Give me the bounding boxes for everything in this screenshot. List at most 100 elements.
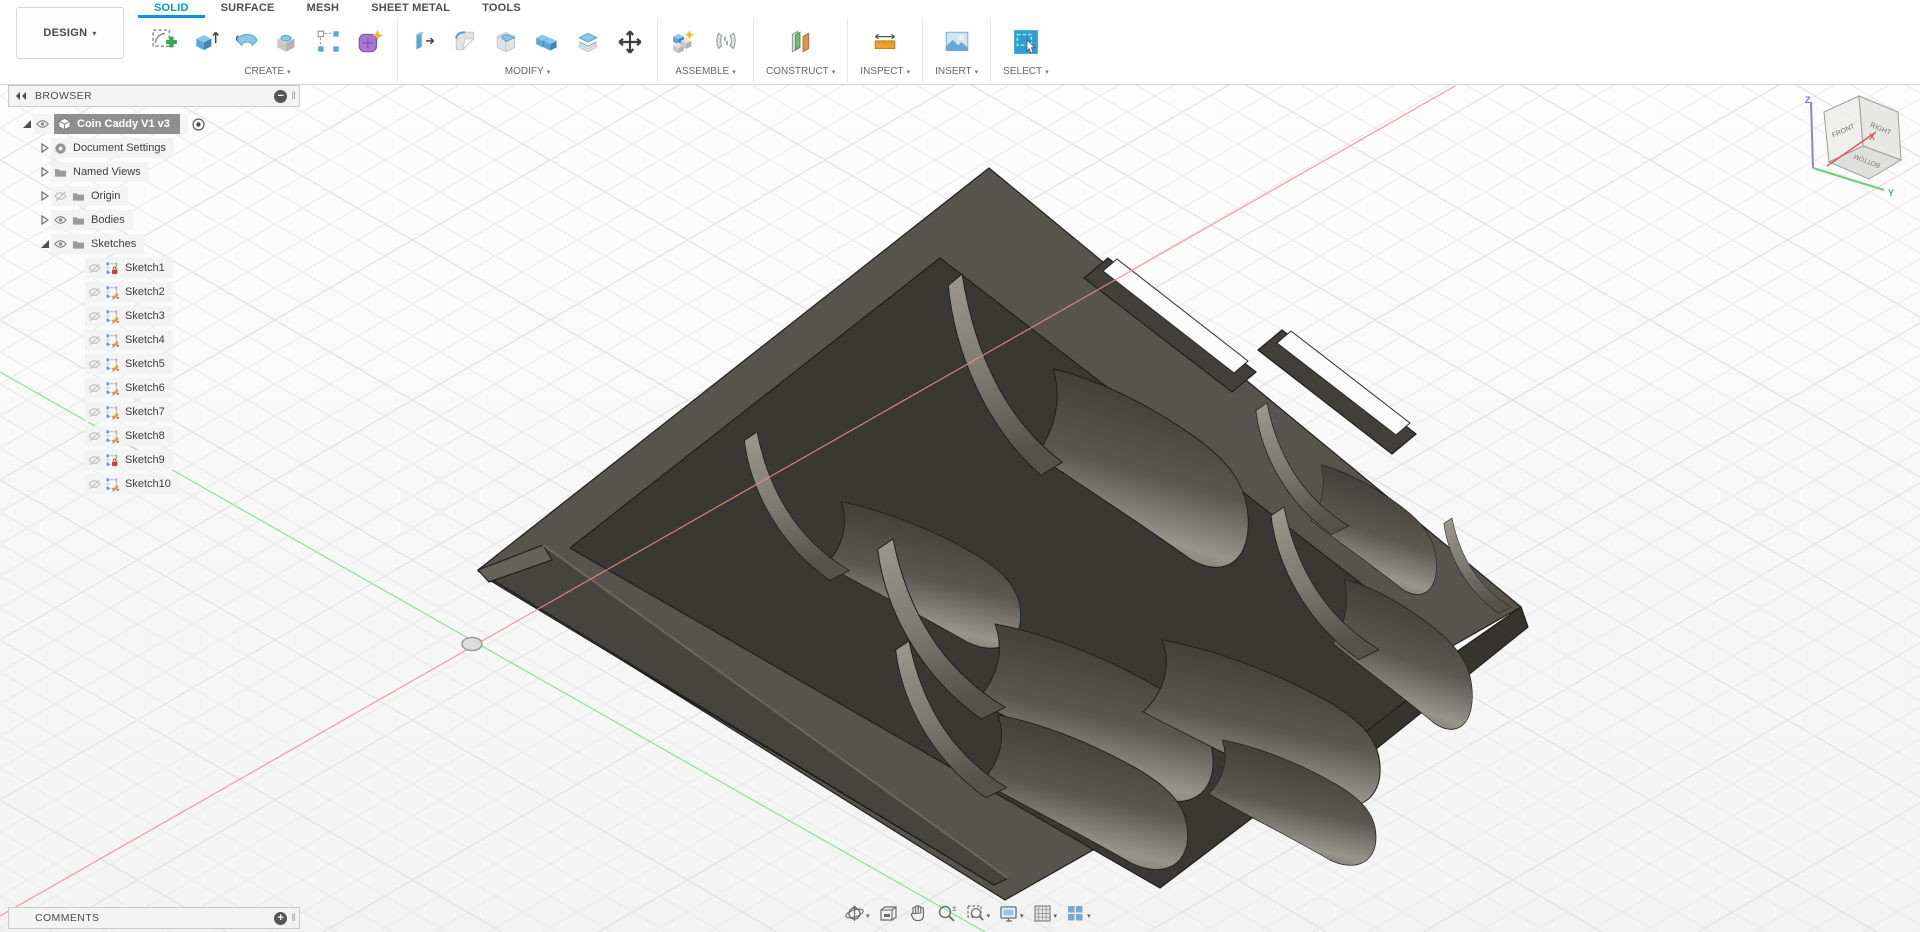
expand-arrow-icon[interactable]: [38, 142, 51, 155]
visibility-eye-off-icon[interactable]: [88, 358, 101, 371]
shell-icon[interactable]: [492, 27, 522, 57]
pan-button[interactable]: [905, 903, 930, 929]
visibility-eye-off-icon[interactable]: [88, 430, 101, 443]
tab-solid[interactable]: SOLID: [138, 0, 205, 18]
move-icon[interactable]: [615, 27, 645, 57]
visibility-eye-off-icon[interactable]: [88, 406, 101, 419]
insert-canvas-icon[interactable]: [942, 27, 972, 57]
add-comment-button[interactable]: +: [274, 911, 288, 925]
tree-item-sketch6[interactable]: Sketch6: [8, 376, 308, 400]
tree-item-sketch7[interactable]: Sketch7: [8, 400, 308, 424]
hole-icon[interactable]: [273, 27, 303, 57]
tree-item-named-views[interactable]: Named Views: [8, 160, 308, 184]
chevron-down-icon[interactable]: ▾: [1087, 912, 1091, 920]
ribbon-group-label: CREATE: [244, 66, 285, 77]
sketch-icon: [106, 333, 119, 348]
combine-icon[interactable]: [533, 27, 563, 57]
chevron-down-icon[interactable]: ▾: [866, 912, 870, 920]
activate-component-radio[interactable]: [192, 117, 205, 131]
origin-marker[interactable]: [461, 636, 483, 652]
tree-item-sketch1[interactable]: Sketch1: [8, 256, 308, 280]
display-settings-button[interactable]: ▾: [996, 903, 1026, 929]
look-at-button[interactable]: [876, 903, 901, 929]
ribbon-group-dropdown[interactable]: CONSTRUCT ▾: [766, 65, 835, 77]
tree-item-coin-caddy-v1-v3[interactable]: Coin Caddy V1 v3: [8, 112, 308, 136]
tree-item-label: Sketch2: [125, 286, 165, 298]
panel-grip[interactable]: ‖: [291, 91, 296, 102]
visibility-eye-off-icon[interactable]: [54, 190, 67, 203]
fillet-icon[interactable]: [451, 27, 481, 57]
extrude-icon[interactable]: [191, 27, 221, 57]
tab-mesh[interactable]: MESH: [291, 0, 356, 18]
fit-button[interactable]: ▾: [963, 903, 993, 929]
tree-item-sketches[interactable]: Sketches: [8, 232, 308, 256]
create-sketch-icon[interactable]: [150, 27, 180, 57]
tree-item-label: Sketch9: [125, 454, 165, 466]
zoom-button[interactable]: ±: [934, 903, 959, 929]
comments-panel-header[interactable]: COMMENTS + ‖: [8, 907, 300, 929]
visibility-eye-off-icon[interactable]: [88, 454, 101, 467]
tree-item-sketch8[interactable]: Sketch8: [8, 424, 308, 448]
tree-item-sketch5[interactable]: Sketch5: [8, 352, 308, 376]
rectangular-pattern-icon[interactable]: [314, 27, 344, 57]
visibility-eye-off-icon[interactable]: [88, 286, 101, 299]
viewports-button[interactable]: ▾: [1063, 903, 1093, 929]
minimize-panel-button[interactable]: −: [274, 89, 288, 103]
ribbon-group-dropdown[interactable]: CREATE ▾: [244, 65, 290, 77]
collapse-arrow-icon[interactable]: [20, 118, 33, 131]
visibility-eye-icon[interactable]: [36, 118, 49, 131]
tab-sheet-metal[interactable]: SHEET METAL: [355, 0, 466, 18]
tree-item-sketch9[interactable]: Sketch9: [8, 448, 308, 472]
new-component-icon[interactable]: [670, 27, 700, 57]
joint-icon[interactable]: [711, 27, 741, 57]
tree-item-chip: Sketch5: [85, 354, 173, 374]
tree-item-sketch2[interactable]: Sketch2: [8, 280, 308, 304]
tree-item-label: Sketch6: [125, 382, 165, 394]
tree-item-label: Coin Caddy V1 v3: [77, 118, 170, 130]
tree-item-sketch4[interactable]: Sketch4: [8, 328, 308, 352]
ribbon-group-dropdown[interactable]: INSERT ▾: [935, 65, 978, 77]
visibility-eye-icon[interactable]: [54, 214, 67, 227]
expand-arrow-icon[interactable]: [38, 166, 51, 179]
chevron-down-icon[interactable]: ▾: [987, 912, 991, 920]
revolve-icon[interactable]: [232, 27, 262, 57]
expand-arrow-icon[interactable]: [38, 190, 51, 203]
ribbon-group-dropdown[interactable]: INSPECT ▾: [860, 65, 910, 77]
visibility-eye-off-icon[interactable]: [88, 478, 101, 491]
tab-tools[interactable]: TOOLS: [466, 0, 537, 18]
ribbon-group-dropdown[interactable]: SELECT ▾: [1003, 65, 1048, 77]
zoom-icon: ±: [936, 903, 957, 929]
offset-face-icon[interactable]: [574, 27, 604, 57]
grid-display-button[interactable]: ▾: [1030, 903, 1060, 929]
visibility-eye-icon[interactable]: [54, 238, 67, 251]
measure-icon[interactable]: [870, 27, 900, 57]
form-icon[interactable]: [355, 27, 385, 57]
tree-item-label: Sketches: [91, 238, 137, 250]
tree-item-document-settings[interactable]: Document Settings: [8, 136, 308, 160]
chevron-down-icon[interactable]: ▾: [1054, 912, 1058, 920]
panel-grip[interactable]: ‖: [291, 913, 296, 924]
orbit-button[interactable]: ▾: [842, 903, 872, 929]
tree-item-origin[interactable]: Origin: [8, 184, 308, 208]
collapse-arrow-icon[interactable]: [38, 238, 51, 251]
chevron-down-icon[interactable]: ▾: [1020, 912, 1024, 920]
tree-item-bodies[interactable]: Bodies: [8, 208, 308, 232]
collapse-panel-icon[interactable]: [15, 91, 27, 101]
visibility-eye-off-icon[interactable]: [88, 262, 101, 275]
visibility-eye-off-icon[interactable]: [88, 310, 101, 323]
expand-arrow-icon[interactable]: [38, 214, 51, 227]
visibility-eye-off-icon[interactable]: [88, 382, 101, 395]
ribbon-group-dropdown[interactable]: MODIFY ▾: [505, 65, 550, 77]
browser-panel-header[interactable]: BROWSER − ‖: [8, 85, 300, 107]
ribbon-group-label: INSERT: [935, 66, 972, 77]
construct-plane-icon[interactable]: [786, 27, 816, 57]
tab-surface[interactable]: SURFACE: [205, 0, 291, 18]
design-menu-button[interactable]: DESIGN ▾: [16, 7, 124, 59]
select-cursor-icon[interactable]: [1011, 27, 1041, 57]
press-pull-icon[interactable]: [410, 27, 440, 57]
visibility-eye-off-icon[interactable]: [88, 334, 101, 347]
tree-item-sketch3[interactable]: Sketch3: [8, 304, 308, 328]
tree-item-sketch10[interactable]: Sketch10: [8, 472, 308, 496]
ribbon-group-dropdown[interactable]: ASSEMBLE ▾: [675, 65, 735, 77]
